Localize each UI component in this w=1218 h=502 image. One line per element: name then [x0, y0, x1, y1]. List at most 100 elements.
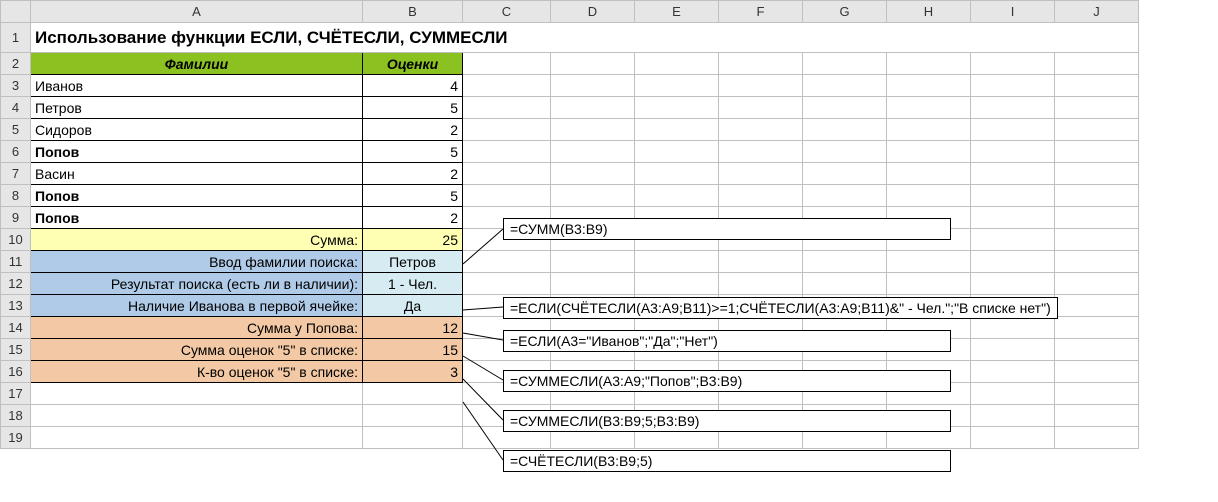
- cell[interactable]: [635, 75, 719, 97]
- row-header-10[interactable]: 10: [1, 229, 31, 251]
- row-header-2[interactable]: 2: [1, 53, 31, 75]
- cell[interactable]: [719, 273, 803, 295]
- cell[interactable]: [719, 251, 803, 273]
- cell[interactable]: [971, 427, 1055, 449]
- row-header-15[interactable]: 15: [1, 339, 31, 361]
- cell[interactable]: [719, 53, 803, 75]
- student-grade[interactable]: 4: [363, 75, 463, 97]
- cell[interactable]: [803, 75, 887, 97]
- cell[interactable]: [971, 207, 1055, 229]
- student-name[interactable]: Попов: [31, 141, 363, 163]
- cell[interactable]: [1055, 185, 1139, 207]
- student-grade[interactable]: 2: [363, 163, 463, 185]
- select-all-corner[interactable]: [1, 1, 31, 23]
- cell[interactable]: [971, 53, 1055, 75]
- cell[interactable]: [635, 53, 719, 75]
- cell[interactable]: [551, 53, 635, 75]
- cell[interactable]: [1055, 97, 1139, 119]
- cell[interactable]: [719, 75, 803, 97]
- cell[interactable]: [1055, 317, 1139, 339]
- cell[interactable]: [551, 273, 635, 295]
- student-grade[interactable]: 2: [363, 207, 463, 229]
- cell[interactable]: [1055, 119, 1139, 141]
- cell[interactable]: [719, 97, 803, 119]
- row-header-14[interactable]: 14: [1, 317, 31, 339]
- sum-popov-value[interactable]: 12: [363, 317, 463, 339]
- student-grade[interactable]: 5: [363, 97, 463, 119]
- col-header-A[interactable]: A: [31, 1, 363, 23]
- cell[interactable]: [463, 185, 551, 207]
- cell[interactable]: [1055, 427, 1139, 449]
- cell[interactable]: [1055, 141, 1139, 163]
- cell[interactable]: [887, 251, 971, 273]
- cell[interactable]: [803, 185, 887, 207]
- student-name[interactable]: Петров: [31, 97, 363, 119]
- student-name[interactable]: Сидоров: [31, 119, 363, 141]
- cell[interactable]: [971, 317, 1055, 339]
- cell[interactable]: [971, 339, 1055, 361]
- student-name[interactable]: Иванов: [31, 75, 363, 97]
- count-grade5-value[interactable]: 3: [363, 361, 463, 383]
- cell[interactable]: [635, 119, 719, 141]
- count-grade5-label[interactable]: К-во оценок "5" в списке:: [31, 361, 363, 383]
- cell[interactable]: [551, 75, 635, 97]
- row-header-12[interactable]: 12: [1, 273, 31, 295]
- col-header-C[interactable]: C: [463, 1, 551, 23]
- row-header-17[interactable]: 17: [1, 383, 31, 405]
- cell[interactable]: [971, 185, 1055, 207]
- cell[interactable]: [463, 141, 551, 163]
- cell[interactable]: [971, 383, 1055, 405]
- ivanov-check-value[interactable]: Да: [363, 295, 463, 317]
- cell[interactable]: [635, 97, 719, 119]
- page-title[interactable]: Использование функции ЕСЛИ, СЧЁТЕСЛИ, СУ…: [31, 23, 1139, 53]
- cell[interactable]: [551, 185, 635, 207]
- cell[interactable]: [971, 119, 1055, 141]
- cell[interactable]: [463, 251, 551, 273]
- cell[interactable]: [1055, 251, 1139, 273]
- cell[interactable]: [803, 273, 887, 295]
- student-name[interactable]: Попов: [31, 207, 363, 229]
- cell[interactable]: [1055, 207, 1139, 229]
- student-grade[interactable]: 5: [363, 141, 463, 163]
- header-surname[interactable]: Фамилии: [31, 53, 363, 75]
- cell[interactable]: [31, 405, 363, 427]
- cell[interactable]: [1055, 53, 1139, 75]
- cell[interactable]: [1055, 163, 1139, 185]
- cell[interactable]: [1055, 405, 1139, 427]
- cell[interactable]: [363, 383, 463, 405]
- cell[interactable]: [887, 163, 971, 185]
- ivanov-check-label[interactable]: Наличие Иванова в первой ячейке:: [31, 295, 363, 317]
- cell[interactable]: [803, 97, 887, 119]
- cell[interactable]: [635, 251, 719, 273]
- cell[interactable]: [463, 75, 551, 97]
- cell[interactable]: [1055, 75, 1139, 97]
- row-header-18[interactable]: 18: [1, 405, 31, 427]
- input-surname-label[interactable]: Ввод фамилии поиска:: [31, 251, 363, 273]
- row-header-6[interactable]: 6: [1, 141, 31, 163]
- cell[interactable]: [887, 273, 971, 295]
- cell[interactable]: [31, 383, 363, 405]
- sum-label[interactable]: Сумма:: [31, 229, 363, 251]
- search-result-value[interactable]: 1 - Чел.: [363, 273, 463, 295]
- cell[interactable]: [463, 273, 551, 295]
- header-grades[interactable]: Оценки: [363, 53, 463, 75]
- cell[interactable]: [887, 97, 971, 119]
- row-header-8[interactable]: 8: [1, 185, 31, 207]
- student-grade[interactable]: 5: [363, 185, 463, 207]
- cell[interactable]: [463, 119, 551, 141]
- sum-popov-label[interactable]: Сумма у Попова:: [31, 317, 363, 339]
- cell[interactable]: [1055, 339, 1139, 361]
- cell[interactable]: [363, 427, 463, 449]
- sum-grade5-value[interactable]: 15: [363, 339, 463, 361]
- cell[interactable]: [363, 405, 463, 427]
- cell[interactable]: [971, 405, 1055, 427]
- cell[interactable]: [635, 185, 719, 207]
- cell[interactable]: [719, 163, 803, 185]
- col-header-B[interactable]: B: [363, 1, 463, 23]
- student-grade[interactable]: 2: [363, 119, 463, 141]
- cell[interactable]: [719, 141, 803, 163]
- sum-grade5-label[interactable]: Сумма оценок "5" в списке:: [31, 339, 363, 361]
- col-header-G[interactable]: G: [803, 1, 887, 23]
- cell[interactable]: [803, 141, 887, 163]
- row-header-1[interactable]: 1: [1, 23, 31, 53]
